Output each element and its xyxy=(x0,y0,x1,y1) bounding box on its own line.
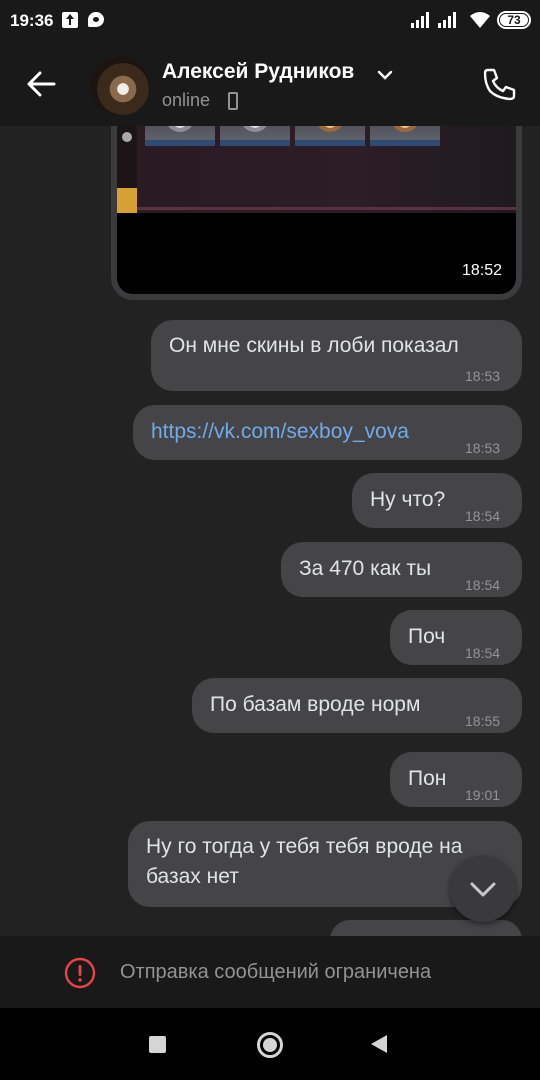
message-text: Он мне скины в лоби показал xyxy=(169,334,459,357)
signal-icon-2 xyxy=(438,12,460,28)
medal-image xyxy=(370,126,440,146)
phone-icon[interactable] xyxy=(478,62,522,106)
medal-image xyxy=(295,126,365,146)
message-time: 18:55 xyxy=(465,713,501,729)
message-text: По базам вроде норм xyxy=(210,693,421,716)
message-list[interactable]: 18:52 Он мне скины в лоби показал 18:53 … xyxy=(0,126,540,936)
message-time: 18:53 xyxy=(465,368,501,384)
mobile-device-icon xyxy=(228,92,238,110)
battery-level: 73 xyxy=(500,14,528,26)
chevron-down-icon xyxy=(470,882,496,897)
wifi-icon xyxy=(470,12,490,28)
message-time: 18:53 xyxy=(465,440,501,456)
status-time: 19:36 xyxy=(10,11,54,30)
message-bubble[interactable]: https://vk.com/sexboy_vova 18:53 xyxy=(133,405,522,460)
media-message[interactable]: 18:52 xyxy=(111,126,522,300)
message-bubble[interactable]: Поч 18:54 xyxy=(390,610,522,665)
message-bubble[interactable]: По базам вроде норм 18:55 xyxy=(192,678,522,733)
message-time: 18:54 xyxy=(465,508,501,524)
chevron-down-icon[interactable] xyxy=(376,66,394,84)
restriction-text: Отправка сообщений ограничена xyxy=(120,961,432,983)
signal-icon xyxy=(411,12,433,28)
message-text: Ну что? xyxy=(370,488,446,511)
message-bubble[interactable]: Пон 19:01 xyxy=(390,752,522,807)
message-text: За 470 как ты xyxy=(299,557,432,580)
gear-icon xyxy=(122,132,132,142)
avatar[interactable] xyxy=(90,56,150,116)
screenshot-image[interactable] xyxy=(117,126,516,213)
message-time: 19:01 xyxy=(465,787,501,803)
system-nav-bar xyxy=(0,1008,540,1080)
back-button[interactable] xyxy=(371,1035,387,1053)
message-bubble[interactable]: Он мне скины в лоби показал 18:53 xyxy=(151,320,522,391)
message-bubble[interactable]: За 470 как ты 18:54 xyxy=(281,542,522,597)
chat-notification-icon xyxy=(88,12,104,27)
message-time: 18:54 xyxy=(465,577,501,593)
contact-status: online xyxy=(162,90,211,110)
message-bubble[interactable]: Ну что? 18:54 xyxy=(352,473,522,528)
message-text: Пон xyxy=(408,767,447,790)
message-time: 18:52 xyxy=(461,262,502,279)
scroll-to-bottom-button[interactable] xyxy=(450,856,516,922)
medal-image xyxy=(145,126,215,146)
upload-notification-icon xyxy=(62,12,78,28)
message-text-line: Ну го тогда у тебя тебя вроде на xyxy=(146,835,463,858)
home-button[interactable] xyxy=(257,1032,283,1058)
mail-tab xyxy=(117,188,137,213)
medal-image xyxy=(220,126,290,146)
message-bubble-partial[interactable] xyxy=(330,920,522,936)
image-sidebar xyxy=(117,126,137,213)
restriction-banner: Отправка сообщений ограничена xyxy=(0,936,540,1008)
battery-icon: 73 xyxy=(497,11,531,29)
message-link[interactable]: https://vk.com/sexboy_vova xyxy=(151,418,409,446)
message-time: 18:54 xyxy=(465,645,501,661)
back-arrow-icon[interactable] xyxy=(20,62,64,106)
status-bar: 19:36 73 xyxy=(0,0,540,42)
image-divider xyxy=(137,207,516,210)
recents-button[interactable] xyxy=(149,1036,166,1053)
warning-icon xyxy=(64,957,96,989)
contact-name[interactable]: Алексей Рудников xyxy=(162,60,354,84)
message-text: Поч xyxy=(408,625,446,648)
chat-header: Алексей Рудников online xyxy=(0,42,540,126)
message-text-line: базах нет xyxy=(146,865,239,888)
